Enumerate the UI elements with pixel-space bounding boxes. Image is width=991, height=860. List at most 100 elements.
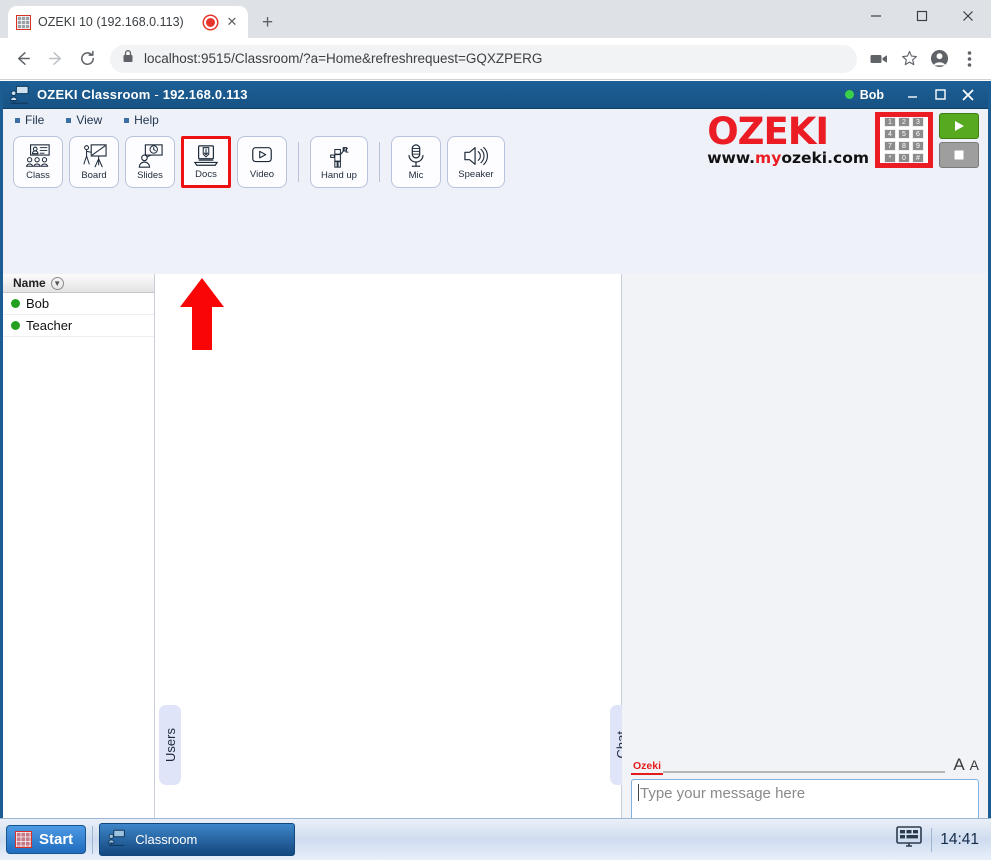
ozeki-grid-icon bbox=[16, 14, 31, 30]
app-maximize-button[interactable] bbox=[926, 84, 954, 106]
chat-panel: Ozeki A A Type your message here bbox=[622, 274, 988, 860]
browser-tab[interactable]: OZEKI 10 (192.168.0.113) ✕ bbox=[8, 6, 248, 38]
user-list-item[interactable]: Teacher bbox=[3, 315, 154, 337]
users-panel-toggle-handle[interactable]: Users bbox=[159, 705, 181, 785]
user-name: Bob bbox=[26, 296, 50, 311]
browser-tab-strip: OZEKI 10 (192.168.0.113) ✕ + bbox=[0, 0, 991, 38]
user-list-item[interactable]: Bob bbox=[3, 293, 154, 315]
browser-window-controls bbox=[853, 0, 991, 38]
brand-name: OZEKI bbox=[707, 110, 829, 154]
chat-message-log bbox=[622, 274, 988, 755]
toolbar-button-hand-up[interactable]: Hand up bbox=[310, 136, 368, 188]
toolbar-button-label: Hand up bbox=[321, 170, 357, 181]
keypad-grid: 1 2 3 4 5 6 7 8 9 * 0 # bbox=[884, 117, 924, 163]
taskbar-item-label: Classroom bbox=[135, 832, 198, 847]
browser-toolbar: localhost:9515/Classroom/?a=Home&refresh… bbox=[0, 38, 991, 80]
toolbar-button-label: Class bbox=[26, 170, 50, 181]
plus-icon[interactable]: + bbox=[262, 12, 273, 34]
toolbar-button-label: Video bbox=[249, 169, 275, 180]
lock-icon bbox=[122, 49, 134, 68]
keypad-key: 6 bbox=[912, 129, 924, 139]
document-stage[interactable]: Users Chat bbox=[155, 274, 632, 860]
toolbar-separator bbox=[298, 142, 299, 182]
workspace: Name ▼ Bob Teacher Users Chat Ozeki A A … bbox=[3, 274, 988, 860]
stop-icon[interactable] bbox=[939, 141, 979, 168]
keypad-key: 5 bbox=[898, 129, 910, 139]
recording-dot-icon bbox=[204, 15, 217, 29]
font-size-controls: A A bbox=[945, 755, 979, 775]
play-icon[interactable] bbox=[939, 112, 979, 139]
users-handle-label: Users bbox=[162, 728, 178, 762]
font-size-decrease-button[interactable]: A bbox=[970, 757, 979, 773]
online-status-dot-icon bbox=[844, 90, 854, 99]
keypad-key: * bbox=[884, 153, 896, 163]
classroom-logo-icon bbox=[9, 85, 31, 105]
divider bbox=[931, 827, 933, 852]
menu-item-view[interactable]: View bbox=[66, 113, 102, 127]
close-icon[interactable] bbox=[945, 0, 991, 32]
browser-tab-title: OZEKI 10 (192.168.0.113) bbox=[38, 15, 184, 29]
taskbar: Start Classroom 14:41 bbox=[0, 818, 991, 860]
address-bar[interactable]: localhost:9515/Classroom/?a=Home&refresh… bbox=[110, 44, 857, 73]
ozeki-classroom-window: OZEKI Classroom - 192.168.0.113 Bob File… bbox=[0, 81, 991, 860]
toolbar-button-label: Mic bbox=[408, 170, 424, 181]
keypad-key: 0 bbox=[898, 153, 910, 163]
bullet-icon bbox=[15, 117, 20, 123]
toolbar-button-class[interactable]: Class bbox=[13, 136, 63, 188]
online-status-dot-icon bbox=[11, 321, 20, 330]
toolbar-button-docs[interactable]: Docs bbox=[181, 136, 231, 188]
toolbar-button-mic[interactable]: Mic bbox=[391, 136, 441, 188]
service-control-buttons bbox=[939, 112, 979, 168]
keypad-key: 7 bbox=[884, 141, 896, 151]
star-icon[interactable] bbox=[895, 45, 923, 73]
users-column-header-label: Name bbox=[13, 276, 46, 290]
menu-item-file[interactable]: File bbox=[15, 113, 44, 127]
minimize-icon[interactable] bbox=[853, 0, 899, 32]
chat-message-placeholder: Type your message here bbox=[640, 785, 806, 802]
keypad-key: 4 bbox=[884, 129, 896, 139]
keyboard-monitor-icon[interactable] bbox=[895, 825, 923, 854]
red-up-arrow-icon bbox=[179, 277, 225, 351]
keypad-key: 1 bbox=[884, 117, 896, 127]
classroom-logo-icon bbox=[107, 829, 127, 850]
toolbar-button-video[interactable]: Video bbox=[237, 136, 287, 188]
online-status-dot-icon bbox=[11, 299, 20, 308]
taskbar-clock: 14:41 bbox=[940, 830, 979, 848]
app-close-button[interactable] bbox=[954, 84, 982, 106]
system-tray: 14:41 bbox=[895, 825, 985, 854]
keypad-key: 8 bbox=[898, 141, 910, 151]
toolbar-button-slides[interactable]: Slides bbox=[125, 136, 175, 188]
keypad-key: # bbox=[912, 153, 924, 163]
three-dots-menu-icon[interactable] bbox=[955, 45, 983, 73]
chevron-down-circle-icon[interactable]: ▼ bbox=[50, 276, 64, 290]
bullet-icon bbox=[124, 117, 130, 123]
close-icon[interactable]: ✕ bbox=[224, 14, 240, 30]
app-minimize-button[interactable] bbox=[898, 84, 926, 106]
bullet-icon bbox=[66, 117, 72, 123]
chat-nickname: Ozeki bbox=[631, 760, 664, 775]
maximize-icon[interactable] bbox=[899, 0, 945, 32]
user-name: Teacher bbox=[26, 318, 73, 333]
keypad-key: 3 bbox=[912, 117, 924, 127]
taskbar-item-classroom[interactable]: Classroom bbox=[99, 823, 296, 856]
font-size-increase-button[interactable]: A bbox=[953, 755, 964, 775]
menu-item-help[interactable]: Help bbox=[124, 113, 159, 127]
toolbar-separator bbox=[379, 142, 380, 182]
current-user: Bob bbox=[844, 88, 884, 102]
toolbar-button-board[interactable]: Board bbox=[69, 136, 119, 188]
users-column-header[interactable]: Name ▼ bbox=[3, 274, 154, 293]
screen: OZEKI 10 (192.168.0.113) ✕ + localhost:9… bbox=[0, 0, 991, 860]
divider bbox=[663, 771, 946, 773]
divider bbox=[92, 825, 94, 854]
back-arrow-icon[interactable] bbox=[8, 44, 38, 74]
keypad-key: 2 bbox=[898, 117, 910, 127]
brand-text: OZEKI www.myozeki.com bbox=[707, 113, 869, 167]
users-panel: Name ▼ Bob Teacher bbox=[3, 274, 155, 860]
start-button[interactable]: Start bbox=[6, 825, 87, 854]
account-avatar-icon[interactable] bbox=[925, 45, 953, 73]
reload-icon[interactable] bbox=[72, 44, 102, 74]
toolbar-button-speaker[interactable]: Speaker bbox=[447, 136, 505, 188]
cast-camera-icon[interactable] bbox=[865, 45, 893, 73]
chat-compose-header: Ozeki A A bbox=[631, 755, 979, 776]
start-grid-icon bbox=[15, 831, 32, 848]
